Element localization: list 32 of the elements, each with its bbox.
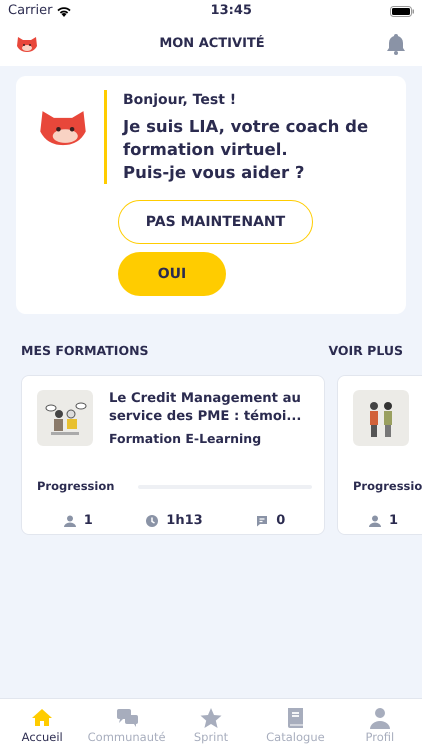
course-card[interactable]: Le Credit Management au service des PME : témoi... Formation E-Learning Progression 1 1h13 0	[21, 375, 325, 536]
stat-value: 0	[276, 512, 286, 530]
notification-bell-icon[interactable]	[386, 33, 406, 55]
person-icon	[369, 515, 381, 528]
course-card[interactable]: Progressio 1	[337, 375, 422, 536]
nav-tab[interactable]: Accueil	[0, 699, 84, 750]
screen-title: MON ACTIVITÉ	[159, 34, 265, 54]
not-now-button[interactable]: PAS MAINTENANT	[118, 200, 313, 244]
see-more-link[interactable]: VOIR PLUS	[328, 342, 403, 362]
chat-icon	[116, 706, 138, 729]
course-type: Formation E-Learning	[109, 430, 262, 448]
stat-value: 1	[84, 512, 93, 530]
stat-value: 1h13	[166, 512, 203, 530]
person-icon	[368, 706, 391, 729]
wifi-icon	[56, 5, 72, 17]
greeting-text: Bonjour, Test !	[123, 91, 238, 110]
person-icon	[64, 515, 76, 528]
coach-message: Je suis LIA, votre coach de formation virtuel. Puis-je vous aider ?	[123, 116, 370, 184]
progress-label: Progressio	[353, 478, 422, 496]
clock-icon	[146, 515, 158, 528]
course-title: Le Credit Management au service des PME : témoi...	[109, 390, 302, 426]
comment-icon	[256, 515, 268, 528]
battery-icon	[390, 6, 414, 16]
panda-logo	[16, 35, 38, 53]
yes-button[interactable]: OUI	[118, 252, 226, 296]
clock-text: 13:45	[210, 2, 252, 20]
home-icon	[31, 706, 54, 729]
section-title: MES FORMATIONS	[21, 342, 149, 360]
star-icon	[200, 706, 222, 729]
progress-label: Progression	[37, 478, 114, 496]
carrier-text: Carrier	[8, 2, 52, 20]
stat-value: 1	[389, 512, 398, 530]
